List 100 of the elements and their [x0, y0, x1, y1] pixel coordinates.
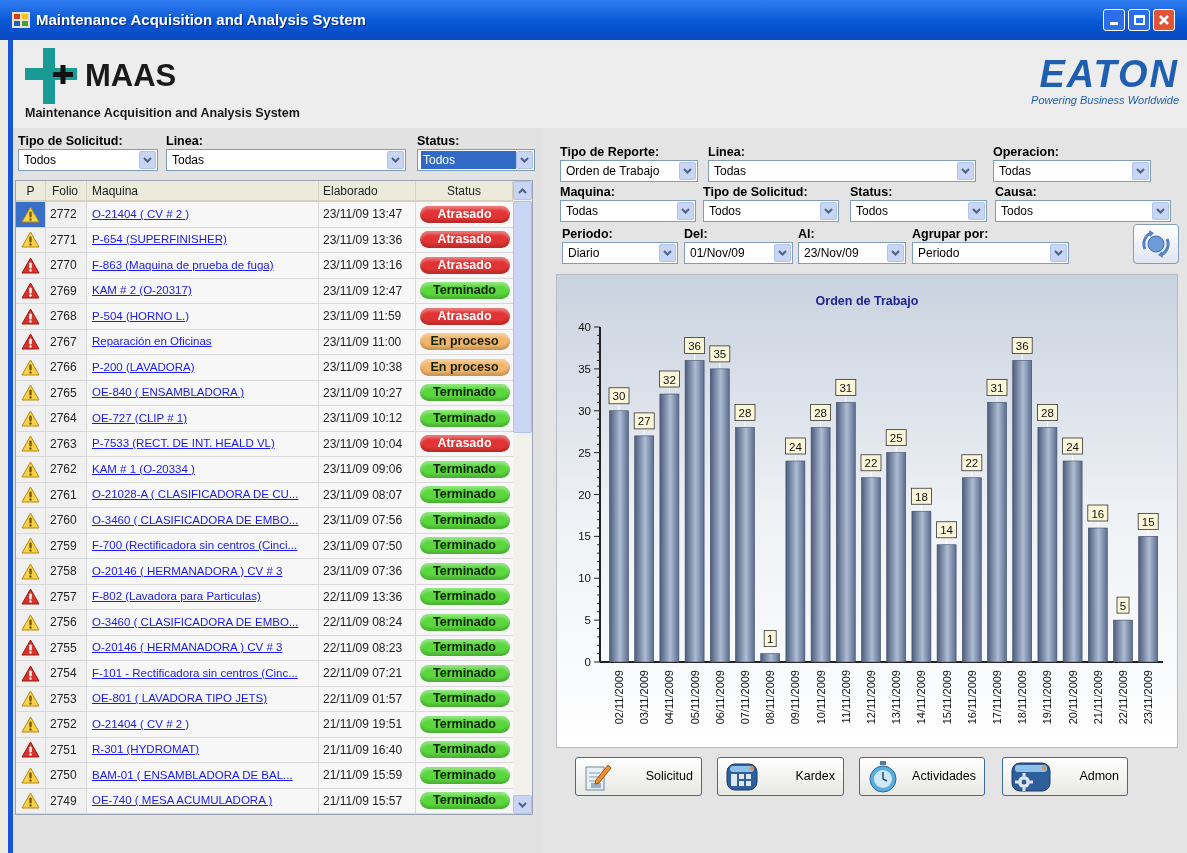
- close-icon: [1158, 14, 1170, 26]
- table-cell: 2760: [46, 508, 87, 533]
- x-tick-label: 20/11/2009: [1066, 670, 1079, 725]
- bar: [1113, 619, 1133, 663]
- scroll-down-button[interactable]: [513, 795, 532, 814]
- table-cell: 22/11/09 08:24: [319, 610, 416, 635]
- data-label: 27: [637, 415, 651, 428]
- maximize-button[interactable]: [1128, 9, 1150, 31]
- tick-label: 20: [578, 488, 591, 501]
- status-badge: Terminado: [419, 562, 510, 580]
- data-label: 28: [810, 404, 831, 421]
- dropdown[interactable]: Orden de Trabajo: [560, 160, 698, 182]
- data-label: 15: [1137, 513, 1159, 530]
- close-button[interactable]: [1153, 9, 1175, 31]
- warning-icon: [21, 792, 40, 810]
- data-label: 36: [688, 340, 701, 352]
- scrollbar-track[interactable]: [513, 181, 532, 814]
- table-cell: 23/11/09 09:06: [319, 457, 416, 482]
- data-label: 31: [839, 381, 853, 394]
- table-cell: 2766: [46, 355, 87, 380]
- data-label: 28: [734, 404, 756, 421]
- logo-text: MAAS: [85, 56, 177, 95]
- dropdown[interactable]: 01/Nov/09: [684, 242, 793, 264]
- data-label: 16: [1087, 504, 1109, 522]
- x-tick-label: 07/11/2009: [739, 670, 751, 725]
- warning-icon: [21, 562, 40, 580]
- refresh-button[interactable]: [1133, 224, 1179, 264]
- table-cell: 23/11/09 12:47: [319, 278, 416, 303]
- x-tick-label: 11/11/2009: [839, 670, 852, 724]
- data-label: 18: [915, 490, 928, 503]
- stopwatch-icon: [868, 760, 898, 793]
- data-label: 25: [885, 429, 907, 447]
- dropdown[interactable]: Todas: [560, 200, 696, 222]
- x-tick-label: 06/11/2009: [713, 670, 726, 725]
- status-badge: Terminado: [419, 486, 510, 504]
- table-cell: 23/11/09 11:00: [319, 329, 416, 354]
- dropdown[interactable]: Todos: [850, 200, 987, 222]
- x-tick-label: 09/11/2009: [789, 670, 802, 725]
- data-label: 14: [936, 521, 957, 539]
- x-tick-label: 08/11/2009: [764, 670, 777, 725]
- data-label: 31: [986, 379, 1008, 396]
- data-label: 18: [911, 487, 932, 505]
- window-title: Maintenance Acquisition and Analysis System: [36, 9, 366, 30]
- warning-icon: [21, 690, 40, 708]
- dropdown[interactable]: Todos: [18, 149, 158, 171]
- toolbar-button[interactable]: Actividades: [859, 757, 985, 796]
- table-cell: 22/11/09 13:36: [319, 584, 416, 609]
- field-label: Maquina:: [560, 184, 616, 200]
- dropdown[interactable]: 23/Nov/09: [798, 242, 906, 264]
- field-label: Del:: [684, 226, 709, 242]
- dropdown[interactable]: Todos: [995, 200, 1171, 222]
- field-label: Tipo de Solicitud:: [18, 134, 124, 149]
- toolbar-button[interactable]: Admon: [1002, 757, 1128, 796]
- warning-icon: [21, 460, 40, 478]
- tick-label: 25: [578, 446, 591, 459]
- table-cell: 2757: [46, 584, 87, 609]
- table-cell: 21/11/09 19:51: [319, 712, 416, 737]
- toolbar-button[interactable]: Solicitud: [575, 757, 702, 796]
- data-label: 27: [633, 412, 655, 430]
- scroll-up-button[interactable]: [513, 181, 532, 200]
- dropdown[interactable]: Todas: [993, 160, 1151, 182]
- field-label: Causa:: [995, 184, 1038, 200]
- table-cell: 2764: [46, 406, 87, 431]
- status-badge: Atrasado: [419, 435, 510, 453]
- status-badge: Atrasado: [419, 256, 510, 274]
- scrollbar-thumb[interactable]: [513, 201, 532, 433]
- status-badge: Terminado: [419, 792, 510, 810]
- data-label: 30: [612, 390, 626, 403]
- x-tick-label: 03/11/2009: [638, 670, 651, 725]
- table-cell: 23/11/09 13:36: [319, 227, 416, 252]
- data-label: 36: [684, 337, 705, 354]
- dropdown[interactable]: Diario: [562, 242, 678, 264]
- dropdown[interactable]: Todas: [708, 160, 976, 182]
- warning-icon: [21, 435, 40, 453]
- field-label: Periodo:: [562, 226, 614, 242]
- dropdown[interactable]: Todos: [703, 200, 839, 222]
- data-label: 24: [789, 440, 803, 453]
- table-cell: 2749: [46, 788, 87, 813]
- dropdown[interactable]: Todos: [417, 149, 535, 171]
- warning-icon: [21, 664, 40, 682]
- field-label: Status:: [850, 184, 894, 200]
- dropdown[interactable]: Periodo: [912, 242, 1069, 264]
- status-badge: Atrasado: [419, 307, 510, 325]
- status-badge: Terminado: [419, 588, 510, 606]
- minimize-button[interactable]: [1103, 9, 1125, 31]
- table-cell: 2751: [46, 737, 87, 762]
- toolbar-button[interactable]: Kardex: [717, 757, 844, 796]
- data-label: 24: [785, 437, 806, 455]
- field-label: Linea:: [166, 134, 204, 149]
- table-cell: 2767: [46, 329, 87, 354]
- table-cell: 23/11/09 07:50: [319, 533, 416, 558]
- data-label: 22: [860, 454, 882, 472]
- data-label: 1: [767, 633, 774, 646]
- status-badge: Terminado: [419, 409, 510, 427]
- table-cell: 2772: [46, 202, 87, 227]
- tick-label: 0: [584, 656, 591, 668]
- table-cell: 2758: [46, 559, 87, 584]
- x-tick-label: 21/11/2009: [1091, 670, 1104, 725]
- table-cell: 2759: [46, 533, 87, 558]
- dropdown[interactable]: Todas: [166, 149, 406, 171]
